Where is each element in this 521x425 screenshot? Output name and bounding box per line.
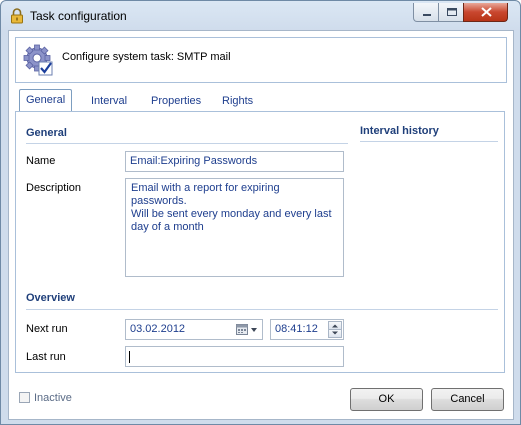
general-section-divider [26, 143, 348, 144]
title-bar[interactable]: Task configuration [1, 1, 520, 31]
gear-check-icon [23, 44, 53, 76]
last-run-label: Last run [26, 351, 66, 363]
text-caret [129, 351, 130, 363]
next-run-date-value: 03.02.2012 [130, 323, 186, 335]
tab-properties-label: Properties [151, 95, 202, 107]
tab-rights[interactable]: Rights [216, 93, 259, 109]
maximize-icon [447, 8, 457, 16]
close-button[interactable] [463, 3, 508, 22]
tab-rights-label: Rights [222, 95, 254, 107]
last-run-input[interactable] [125, 346, 344, 367]
inactive-label[interactable]: Inactive [34, 392, 72, 404]
minimize-button[interactable] [413, 3, 439, 22]
interval-history-title: Interval history [360, 125, 439, 137]
name-input[interactable]: Email:Expiring Passwords [125, 151, 344, 172]
lock-icon [11, 8, 23, 24]
tab-general-label: General [26, 94, 66, 106]
tab-properties[interactable]: Properties [145, 93, 207, 109]
cancel-button[interactable]: Cancel [431, 388, 504, 411]
name-input-value: Email:Expiring Passwords [130, 155, 258, 167]
minimize-icon [423, 14, 431, 16]
name-label: Name [26, 155, 56, 167]
maximize-button[interactable] [438, 3, 464, 22]
header-panel: Configure system task: SMTP mail [15, 37, 507, 83]
general-tab-page: General Interval history Name Email:Expi… [15, 111, 505, 373]
tab-strip: General Interval Properties Rights [15, 89, 505, 111]
tab-interval[interactable]: Interval [85, 93, 133, 109]
tab-general[interactable]: General [19, 89, 73, 111]
next-run-time-value: 08:41:12 [275, 323, 318, 335]
time-spin-down-button[interactable] [328, 329, 342, 338]
inactive-checkbox[interactable] [19, 392, 30, 403]
general-section-title: General [26, 127, 67, 139]
next-run-date-picker[interactable]: 03.02.2012 [125, 319, 263, 340]
calendar-dropdown-icon[interactable] [236, 323, 260, 336]
interval-history-divider [360, 141, 498, 142]
chevron-up-icon [332, 324, 338, 328]
ok-button[interactable]: OK [350, 388, 423, 411]
window-title: Task configuration [30, 9, 127, 23]
next-run-time-input[interactable]: 08:41:12 [270, 319, 344, 340]
chevron-down-icon [332, 331, 338, 335]
overview-section-divider [26, 309, 498, 310]
next-run-label: Next run [26, 323, 68, 335]
close-icon [481, 7, 492, 17]
description-label: Description [26, 182, 82, 194]
tab-interval-label: Interval [91, 95, 128, 107]
task-configuration-window: Task configuration Configure system task… [0, 0, 521, 425]
header-title: Configure system task: SMTP mail [62, 51, 231, 63]
overview-section-title: Overview [26, 292, 75, 304]
dialog-body: Configure system task: SMTP mail General… [8, 30, 514, 420]
description-textarea[interactable]: Email with a report for expiring passwor… [125, 178, 344, 277]
